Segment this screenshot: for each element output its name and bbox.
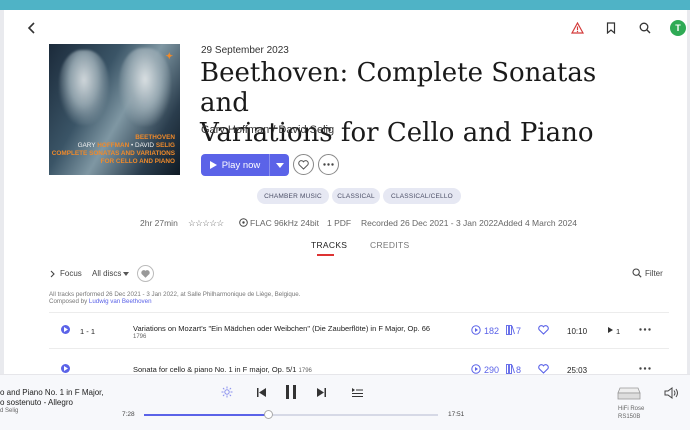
play-now-button[interactable]: Play now (201, 154, 289, 176)
track-play-icon[interactable] (61, 364, 70, 373)
previous-track-icon[interactable] (256, 387, 266, 397)
track-queue-count: 1 (616, 327, 621, 336)
pause-icon[interactable] (284, 384, 298, 400)
tab-tracks[interactable]: TRACKS (311, 240, 347, 250)
divider (49, 312, 669, 313)
now-playing-title[interactable]: o and Piano No. 1 in F Major, (0, 388, 104, 397)
performance-note: All tracks performed 26 Dec 2021 - 3 Jan… (49, 291, 301, 298)
audio-format-icon (239, 218, 248, 227)
tab-active-underline (317, 254, 334, 256)
search-icon[interactable] (638, 21, 652, 35)
chevron-right-icon[interactable] (49, 269, 56, 278)
track-more-icon[interactable] (639, 366, 651, 371)
audio-format: FLAC 96kHz 24bit (250, 218, 319, 228)
more-options-icon[interactable] (318, 154, 339, 175)
track-heart-icon[interactable] (538, 325, 549, 335)
track-title[interactable]: Sonata for cello & piano No. 1 in F majo… (133, 365, 312, 374)
tab-credits[interactable]: CREDITS (370, 240, 409, 250)
album-artists[interactable]: Gary Hoffman / David Selig (201, 124, 334, 136)
composer-link[interactable]: Ludwig van Beethoven (89, 298, 152, 305)
play-icon (209, 161, 217, 169)
avatar[interactable]: T (670, 20, 686, 36)
focus-button[interactable]: Focus (60, 269, 82, 278)
track-title[interactable]: Variations on Mozart's "Ein Mädchen oder… (133, 324, 430, 333)
volume-icon[interactable] (664, 387, 680, 399)
progress-fill (144, 414, 269, 416)
pdf-count[interactable]: 1 PDF (327, 218, 351, 228)
window-top-strip (0, 0, 690, 10)
cover-subtitle-1: COMPLETE SONATAS AND VARIATIONS (51, 150, 175, 157)
back-arrow-icon[interactable] (25, 21, 39, 35)
track-duration: 10:10 (567, 327, 588, 336)
track-plays: 182 (484, 326, 500, 336)
queue-icon[interactable] (351, 387, 363, 397)
warning-icon[interactable] (570, 21, 584, 35)
device-name: HiFi Rose (618, 406, 645, 412)
release-date: 29 September 2023 (201, 45, 289, 56)
album-cover: ✦ BEETHOVEN GARY HOFFMAN • DAVID SELIG C… (49, 44, 180, 175)
tag-chamber-music[interactable]: CHAMBER MUSIC (257, 188, 329, 204)
composer-note: Composed by Ludwig van Beethoven (49, 298, 152, 305)
shuffle-icon[interactable] (221, 386, 233, 398)
rating-stars[interactable]: ☆☆☆☆☆ (188, 218, 224, 229)
chevron-down-icon[interactable] (123, 271, 129, 276)
cover-brand: BEETHOVEN (135, 134, 175, 141)
cover-portrait-right (119, 48, 171, 126)
now-playing-artist: d Selig (0, 408, 19, 414)
play-now-label: Play now (221, 159, 261, 171)
track-number: 1 - 1 (80, 327, 96, 336)
play-now-main[interactable]: Play now (201, 154, 269, 176)
divider (49, 348, 669, 349)
added-date: Added 4 March 2024 (498, 218, 577, 228)
progress-bar[interactable] (144, 414, 438, 416)
all-discs-dropdown[interactable]: All discs (92, 269, 121, 278)
play-options-chevron-down-icon[interactable] (270, 154, 289, 176)
filter-search-icon[interactable] (632, 268, 642, 278)
bookmark-icon[interactable] (604, 21, 618, 35)
player-bar (0, 374, 690, 430)
label-logo-icon: ✦ (165, 51, 173, 61)
track-versions: 7 (516, 326, 522, 336)
device-icon[interactable] (617, 386, 641, 400)
device-model: RS150B (618, 414, 641, 420)
elapsed-time: 7:28 (122, 411, 135, 418)
track-more-icon[interactable] (639, 327, 651, 332)
total-time: 17:51 (448, 411, 465, 418)
favorite-heart-icon[interactable] (293, 154, 314, 175)
plays-count-icon (471, 364, 481, 374)
cover-portrait-left (59, 50, 109, 125)
track-heart-icon[interactable] (538, 364, 549, 374)
left-edge (0, 10, 4, 429)
cover-text: BEETHOVEN GARY HOFFMAN • DAVID SELIG COM… (52, 134, 175, 166)
filter-favorites-heart-icon[interactable] (137, 265, 154, 282)
next-track-icon[interactable] (316, 387, 326, 397)
tag-classical[interactable]: CLASSICAL (332, 188, 380, 204)
track-year: 1796 (133, 334, 147, 340)
track-play-icon[interactable] (61, 325, 70, 334)
now-playing-movement: o sostenuto - Allegro (0, 398, 73, 407)
plays-count-icon (471, 325, 481, 335)
cover-subtitle-2: FOR CELLO AND PIANO (100, 158, 175, 165)
filter-button[interactable]: Filter (645, 269, 663, 278)
recorded-date: Recorded 26 Dec 2021 - 3 Jan 2022 (361, 218, 499, 228)
play-next-icon[interactable] (608, 327, 614, 333)
album-duration: 2hr 27min (140, 218, 178, 228)
versions-icon (505, 364, 515, 374)
cover-artists: GARY HOFFMAN • DAVID SELIG (77, 142, 175, 149)
versions-icon (505, 325, 515, 335)
tag-classical-cello[interactable]: CLASSICAL/CELLO (383, 188, 461, 204)
